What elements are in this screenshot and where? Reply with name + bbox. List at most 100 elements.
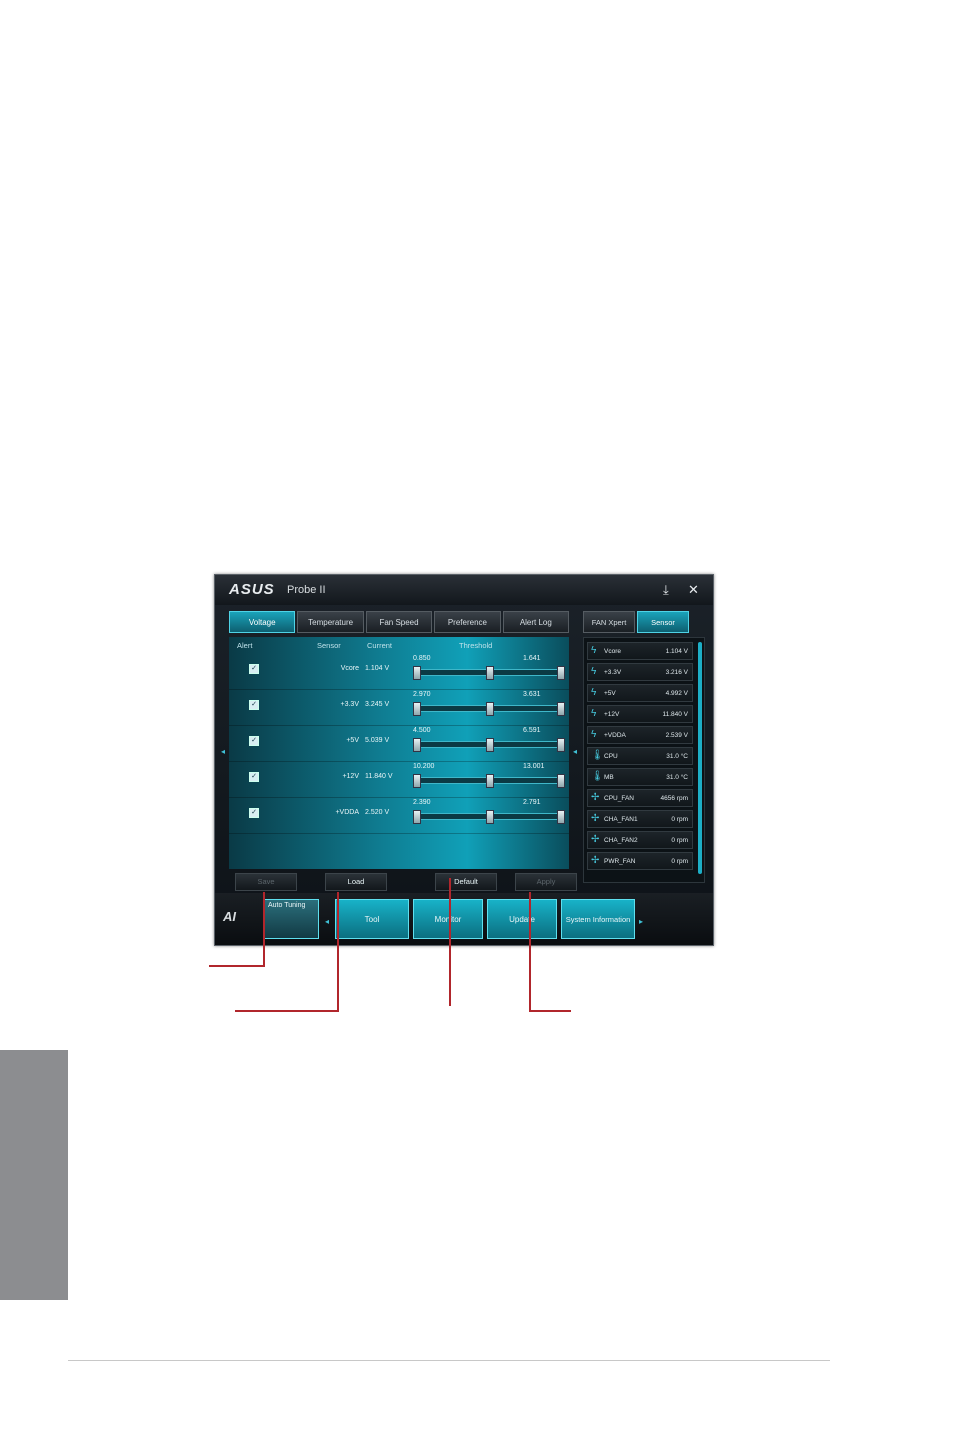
right-tab-bar: FAN Xpert Sensor — [583, 611, 701, 633]
high-handle[interactable] — [557, 774, 565, 788]
tab-alert-log[interactable]: Alert Log — [502, 611, 570, 633]
nav-monitor-button[interactable]: Monitor — [413, 899, 483, 939]
scroll-left-icon[interactable]: ◂ — [221, 747, 225, 756]
current-value: 5.039 V — [365, 737, 390, 744]
panel-left-icon[interactable]: ◂ — [573, 747, 577, 756]
alert-checkbox[interactable]: ✓ — [249, 808, 259, 818]
sensor-scrollbar[interactable] — [698, 642, 702, 874]
current-value: 11.840 V — [365, 773, 393, 780]
lightning-icon: ϟ — [591, 645, 597, 656]
threshold-low: 2.970 — [413, 691, 431, 698]
nav-left-icon[interactable]: ◂ — [325, 917, 329, 926]
sensor-item: ✢ CHA_FAN1 0 rpm — [587, 810, 693, 828]
footer-rule — [68, 1360, 830, 1361]
current-marker — [486, 774, 494, 788]
voltage-row: ✓ +3.3V 3.245 V 2.970 3.631 — [229, 689, 569, 726]
chapter-side-tab — [0, 1050, 68, 1300]
callout-line-apply — [529, 1010, 571, 1012]
lightning-icon: ϟ — [591, 687, 597, 698]
current-marker — [486, 666, 494, 680]
threshold-low: 10.200 — [413, 763, 435, 770]
callout-line-load — [235, 1010, 339, 1012]
sensor-list: ϟ Vcore 1.104 V ϟ +3.3V 3.216 V ϟ +5V 4.992 V … — [583, 637, 705, 883]
threshold-high: 2.791 — [523, 799, 541, 806]
column-threshold: Threshold — [459, 641, 493, 650]
nav-system-information-button[interactable]: System Information — [561, 899, 635, 939]
tab-sensor[interactable]: Sensor — [637, 611, 689, 633]
close-icon[interactable]: ✕ — [688, 582, 699, 598]
threshold-slider[interactable] — [413, 702, 565, 716]
voltage-row: ✓ Vcore 1.104 V 0.850 1.641 — [229, 653, 569, 690]
tab-fan-speed[interactable]: Fan Speed — [365, 611, 433, 633]
action-bar: Save Load Default Apply — [229, 871, 577, 893]
low-handle[interactable] — [413, 738, 421, 752]
threshold-high: 1.641 — [523, 655, 541, 662]
fan-icon: ✢ — [591, 855, 600, 866]
current-value: 2.520 V — [365, 809, 390, 816]
voltage-row: ✓ +5V 5.039 V 4.500 6.591 — [229, 725, 569, 762]
threshold-slider[interactable] — [413, 774, 565, 788]
alert-checkbox[interactable]: ✓ — [249, 736, 259, 746]
title-bar: ASUS Probe II ⤓ ✕ — [215, 575, 713, 605]
high-handle[interactable] — [557, 738, 565, 752]
lightning-icon: ϟ — [591, 729, 597, 740]
thermometer-icon: 🌡 — [591, 771, 604, 782]
bottom-nav: AI Auto Tuning ◂ Tool Monitor Update Sys… — [215, 893, 713, 945]
high-handle[interactable] — [557, 666, 565, 680]
low-handle[interactable] — [413, 774, 421, 788]
auto-tuning-button[interactable]: Auto Tuning — [263, 899, 319, 939]
sensor-item: ϟ +5V 4.992 V — [587, 684, 693, 702]
fan-icon: ✢ — [591, 792, 600, 803]
sensor-item: 🌡 MB 31.0 °C — [587, 768, 693, 786]
threshold-high: 13.001 — [523, 763, 545, 770]
current-marker — [486, 810, 494, 824]
threshold-slider[interactable] — [413, 810, 565, 824]
threshold-high: 3.631 — [523, 691, 541, 698]
threshold-slider[interactable] — [413, 666, 565, 680]
save-button[interactable]: Save — [235, 873, 297, 891]
current-marker — [486, 738, 494, 752]
alert-checkbox[interactable]: ✓ — [249, 664, 259, 674]
asus-logo: ASUS — [229, 581, 275, 598]
lightning-icon: ϟ — [591, 708, 597, 719]
threshold-high: 6.591 — [523, 727, 541, 734]
tab-preference[interactable]: Preference — [434, 611, 501, 633]
callout-line-load — [337, 892, 339, 1012]
low-handle[interactable] — [413, 702, 421, 716]
nav-update-button[interactable]: Update — [487, 899, 557, 939]
load-button[interactable]: Load — [325, 873, 387, 891]
sensor-name: +3.3V — [340, 701, 360, 708]
nav-tool-button[interactable]: Tool — [335, 899, 409, 939]
voltage-panel: Alert Sensor Current Threshold ✓ Vcore 1… — [229, 637, 569, 869]
sensor-item: ✢ PWR_FAN 0 rpm — [587, 852, 693, 870]
current-value: 3.245 V — [365, 701, 390, 708]
high-handle[interactable] — [557, 810, 565, 824]
sensor-name: Vcore — [340, 665, 359, 672]
voltage-row: ✓ +VDDA 2.520 V 2.390 2.791 — [229, 797, 569, 834]
fan-icon: ✢ — [591, 834, 600, 845]
app-title: Probe II — [287, 584, 326, 596]
default-button[interactable]: Default — [435, 873, 497, 891]
tab-voltage[interactable]: Voltage — [229, 611, 296, 633]
threshold-slider[interactable] — [413, 738, 565, 752]
sensor-item: ✢ CPU_FAN 4656 rpm — [587, 789, 693, 807]
tab-fan-xpert[interactable]: FAN Xpert — [583, 611, 635, 633]
download-icon[interactable]: ⤓ — [663, 582, 669, 598]
tab-temperature[interactable]: Temperature — [297, 611, 364, 633]
high-handle[interactable] — [557, 702, 565, 716]
sensor-item: ϟ +VDDA 2.539 V — [587, 726, 693, 744]
sensor-item: ✢ CHA_FAN2 0 rpm — [587, 831, 693, 849]
low-handle[interactable] — [413, 666, 421, 680]
threshold-low: 4.500 — [413, 727, 431, 734]
alert-checkbox[interactable]: ✓ — [249, 700, 259, 710]
apply-button[interactable]: Apply — [515, 873, 577, 891]
tab-bar: Voltage Temperature Fan Speed Preference… — [229, 611, 570, 633]
sensor-item: 🌡 CPU 31.0 °C — [587, 747, 693, 765]
alert-checkbox[interactable]: ✓ — [249, 772, 259, 782]
low-handle[interactable] — [413, 810, 421, 824]
nav-right-icon[interactable]: ▸ — [639, 917, 643, 926]
callout-line-apply — [529, 892, 531, 1012]
callout-line-default — [449, 878, 451, 1006]
threshold-low: 0.850 — [413, 655, 431, 662]
current-marker — [486, 702, 494, 716]
